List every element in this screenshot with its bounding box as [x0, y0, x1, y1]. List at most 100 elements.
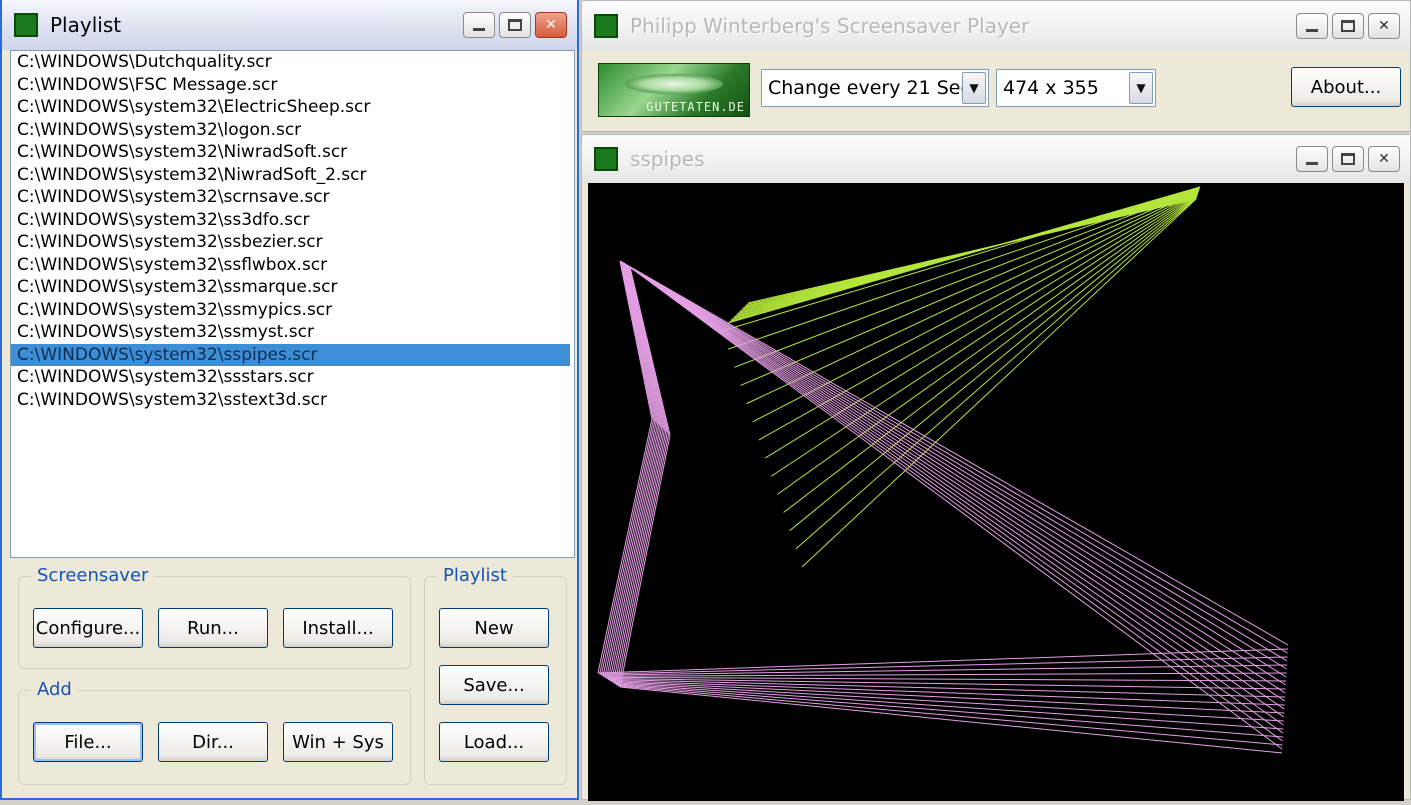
close-icon: ✕ [545, 17, 557, 33]
maximize-button[interactable] [499, 12, 531, 38]
playlist-listbox[interactable]: C:\WINDOWS\Dutchquality.scr C:\WINDOWS\FS… [10, 50, 575, 558]
pink-pipe-line [605, 425, 660, 679]
pink-pipe-line [626, 264, 1285, 718]
chevron-down-icon[interactable]: ▼ [1129, 72, 1153, 104]
list-item[interactable]: C:\WINDOWS\system32\ss3dfo.scr [11, 209, 574, 232]
close-icon: ✕ [1378, 18, 1390, 34]
pink-pipe-line [623, 262, 1286, 686]
gutetaten-logo[interactable]: GUTETATEN.DE [598, 63, 750, 117]
pink-pipe-line [622, 262, 659, 425]
list-item[interactable]: C:\WINDOWS\system32\ElectricSheep.scr [11, 96, 574, 119]
pink-pipe-line [611, 681, 1285, 714]
maximize-button[interactable] [1332, 13, 1364, 39]
pink-pipe-line [624, 263, 661, 427]
pink-pipe-line [621, 261, 656, 422]
playlist-titlebar[interactable]: Playlist ✕ [2, 0, 577, 50]
pink-pipe-line [627, 265, 1284, 726]
list-item[interactable]: C:\WINDOWS\system32\sspipes.scr [11, 343, 570, 366]
minimize-icon [1306, 161, 1318, 165]
pink-pipe-line [624, 264, 663, 428]
interval-select[interactable]: Change every 21 Sec. ▼ [761, 69, 989, 107]
pink-pipe-line [599, 656, 1288, 675]
preview-titlebar[interactable]: sspipes ✕ [582, 135, 1410, 183]
add-dir-button[interactable]: Dir... [158, 722, 268, 762]
close-icon: ✕ [1378, 151, 1390, 167]
pink-pipe-line [626, 265, 665, 431]
load-playlist-button[interactable]: Load... [439, 722, 549, 762]
list-item[interactable]: C:\WINDOWS\system32\logon.scr [11, 119, 574, 142]
new-playlist-button[interactable]: New [439, 608, 549, 648]
list-item[interactable]: C:\WINDOWS\Dutchquality.scr [11, 51, 574, 74]
minimize-icon [473, 27, 485, 31]
pink-pipe-line [621, 262, 657, 423]
pink-pipe-line [614, 683, 1284, 730]
minimize-icon [1306, 28, 1318, 32]
screensaver-preview-canvas [588, 183, 1404, 801]
list-item[interactable]: C:\WINDOWS\system32\sstext3d.scr [11, 389, 574, 412]
list-item[interactable]: C:\WINDOWS\system32\NiwradSoft_2.scr [11, 164, 574, 187]
preview-title: sspipes [630, 147, 705, 171]
list-item[interactable]: C:\WINDOWS\system32\ssmyst.scr [11, 321, 574, 344]
add-win-sys-button[interactable]: Win + Sys [283, 722, 393, 762]
player-title: Philipp Winterberg's Screensaver Player [630, 14, 1030, 38]
app-icon [594, 14, 618, 38]
list-item[interactable]: C:\WINDOWS\FSC Message.scr [11, 74, 574, 97]
pink-pipe-line [604, 423, 659, 678]
maximize-icon [1341, 153, 1355, 165]
pink-pipe-line [622, 262, 1287, 678]
pink-pipe-line [624, 263, 1286, 694]
pink-pipe-line [621, 261, 1288, 662]
pink-pipe-line [625, 264, 664, 429]
list-item[interactable]: C:\WINDOWS\system32\ssbezier.scr [11, 231, 574, 254]
pink-pipe-line [622, 261, 1287, 670]
pink-pipe-line [627, 265, 667, 432]
resolution-value: 474 x 355 [1003, 77, 1099, 99]
green-pipe-line [747, 198, 1197, 304]
app-icon [594, 147, 618, 171]
resolution-select[interactable]: 474 x 355 ▼ [996, 69, 1156, 107]
list-item[interactable]: C:\WINDOWS\system32\NiwradSoft.scr [11, 141, 574, 164]
list-item[interactable]: C:\WINDOWS\system32\ssflwbox.scr [11, 254, 574, 277]
pink-pipe-line [623, 263, 660, 426]
about-button[interactable]: About... [1291, 67, 1401, 107]
green-pipe-line [764, 193, 1199, 459]
playlist-title: Playlist [50, 13, 122, 37]
maximize-button[interactable] [1332, 146, 1364, 172]
pink-pipe-line [619, 260, 1289, 646]
pink-pipe-line [625, 264, 1285, 710]
save-playlist-button[interactable]: Save... [439, 665, 549, 705]
list-item[interactable]: C:\WINDOWS\system32\ssstars.scr [11, 366, 574, 389]
maximize-icon [1341, 20, 1355, 32]
close-button[interactable]: ✕ [1368, 146, 1400, 172]
add-file-button[interactable]: File... [33, 722, 143, 762]
run-button[interactable]: Run... [158, 608, 268, 648]
install-button[interactable]: Install... [283, 608, 393, 648]
player-titlebar[interactable]: Philipp Winterberg's Screensaver Player … [582, 1, 1410, 51]
player-window: Philipp Winterberg's Screensaver Player … [581, 0, 1411, 132]
preview-window: sspipes ✕ [581, 134, 1411, 801]
minimize-button[interactable] [1296, 13, 1328, 39]
screensaver-graphic [597, 186, 1289, 754]
list-item[interactable]: C:\WINDOWS\system32\ssmarque.scr [11, 276, 574, 299]
list-item[interactable]: C:\WINDOWS\system32\scrnsave.scr [11, 186, 574, 209]
green-pipe-line [734, 188, 1200, 368]
list-item[interactable]: C:\WINDOWS\system32\ssmypics.scr [11, 299, 574, 322]
add-group-label: Add [31, 679, 78, 700]
green-pipe-line [783, 195, 1198, 513]
pink-pipe-line [629, 266, 1283, 750]
lips-graphic [625, 74, 723, 94]
pink-pipe-line [612, 429, 665, 683]
chevron-down-icon[interactable]: ▼ [962, 72, 986, 104]
minimize-button[interactable] [463, 12, 495, 38]
green-pipe-line [770, 193, 1198, 477]
logo-text: GUTETATEN.DE [646, 100, 745, 114]
green-pipe-line [777, 194, 1198, 495]
maximize-icon [508, 19, 522, 31]
app-icon [14, 13, 38, 37]
close-button[interactable]: ✕ [1368, 13, 1400, 39]
configure-button[interactable]: Configure... [33, 608, 143, 648]
minimize-button[interactable] [1296, 146, 1328, 172]
pink-pipe-line [627, 265, 668, 433]
close-button[interactable]: ✕ [535, 12, 567, 38]
pink-pipe-line [620, 261, 654, 421]
